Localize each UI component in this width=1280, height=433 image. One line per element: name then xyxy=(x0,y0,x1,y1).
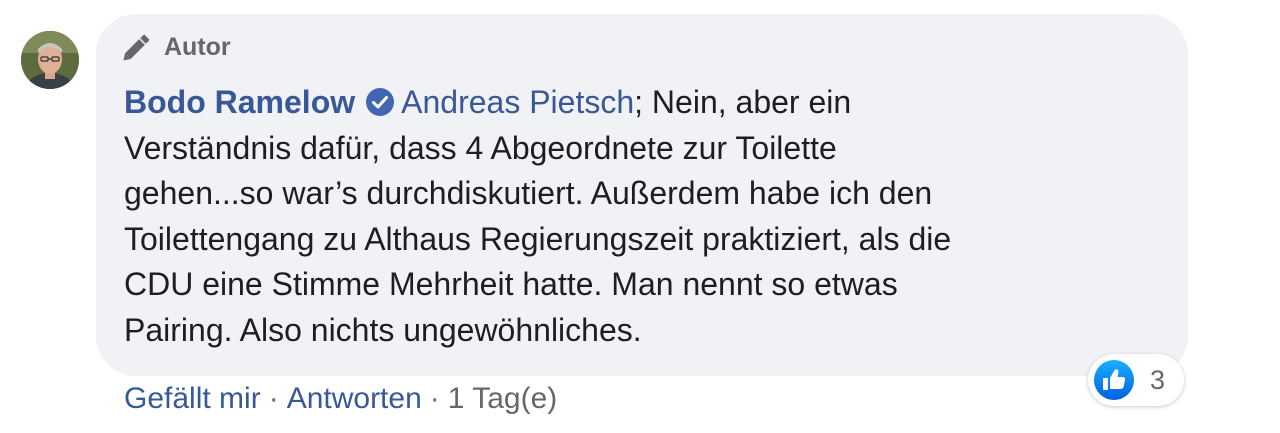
author-badge-label: Autor xyxy=(164,32,231,61)
timestamp-link[interactable]: 1 Tag(e) xyxy=(448,382,558,415)
like-icon xyxy=(1094,360,1134,400)
reaction-summary[interactable]: 3 xyxy=(1088,354,1184,406)
comment-line-5: CDU eine Stimme Mehrheit hatte. Man nenn… xyxy=(124,266,898,302)
verified-badge-icon xyxy=(366,88,395,116)
author-name-link[interactable]: Bodo Ramelow xyxy=(124,84,355,120)
separator: · xyxy=(268,382,279,415)
avatar-image xyxy=(21,31,79,89)
comment-line-text: ; Nein, aber ein xyxy=(634,84,852,120)
comment-line-2: Verständnis dafür, dass 4 Abgeordnete zu… xyxy=(124,129,837,166)
comment-actions: Gefällt mir · Antworten · 1 Tag(e) xyxy=(124,382,557,416)
pencil-icon xyxy=(123,34,150,61)
comment-line-3: gehen...so war’s durchdiskutiert. Außerd… xyxy=(124,175,933,211)
reaction-count: 3 xyxy=(1150,364,1166,395)
comment-line-6: Pairing. Also nichts ungewöhnliches. xyxy=(124,311,642,348)
comment-line-4: Toilettengang zu Althaus Regierungszeit … xyxy=(124,220,952,257)
mention-link[interactable]: Andreas Pietsch xyxy=(401,84,634,120)
reply-button[interactable]: Antworten xyxy=(287,382,422,415)
separator: · xyxy=(429,382,440,415)
like-button[interactable]: Gefällt mir xyxy=(124,382,261,415)
comment: Autor Bodo Ramelow Andreas Pietsch; Nein,… xyxy=(0,0,1280,433)
comment-text: Bodo Ramelow Andreas Pietsch; Nein, aber … xyxy=(124,80,1169,353)
avatar[interactable] xyxy=(21,31,79,89)
author-badge: Autor xyxy=(118,28,231,66)
comment-line-1: Bodo Ramelow Andreas Pietsch; Nein, aber … xyxy=(124,80,1169,126)
